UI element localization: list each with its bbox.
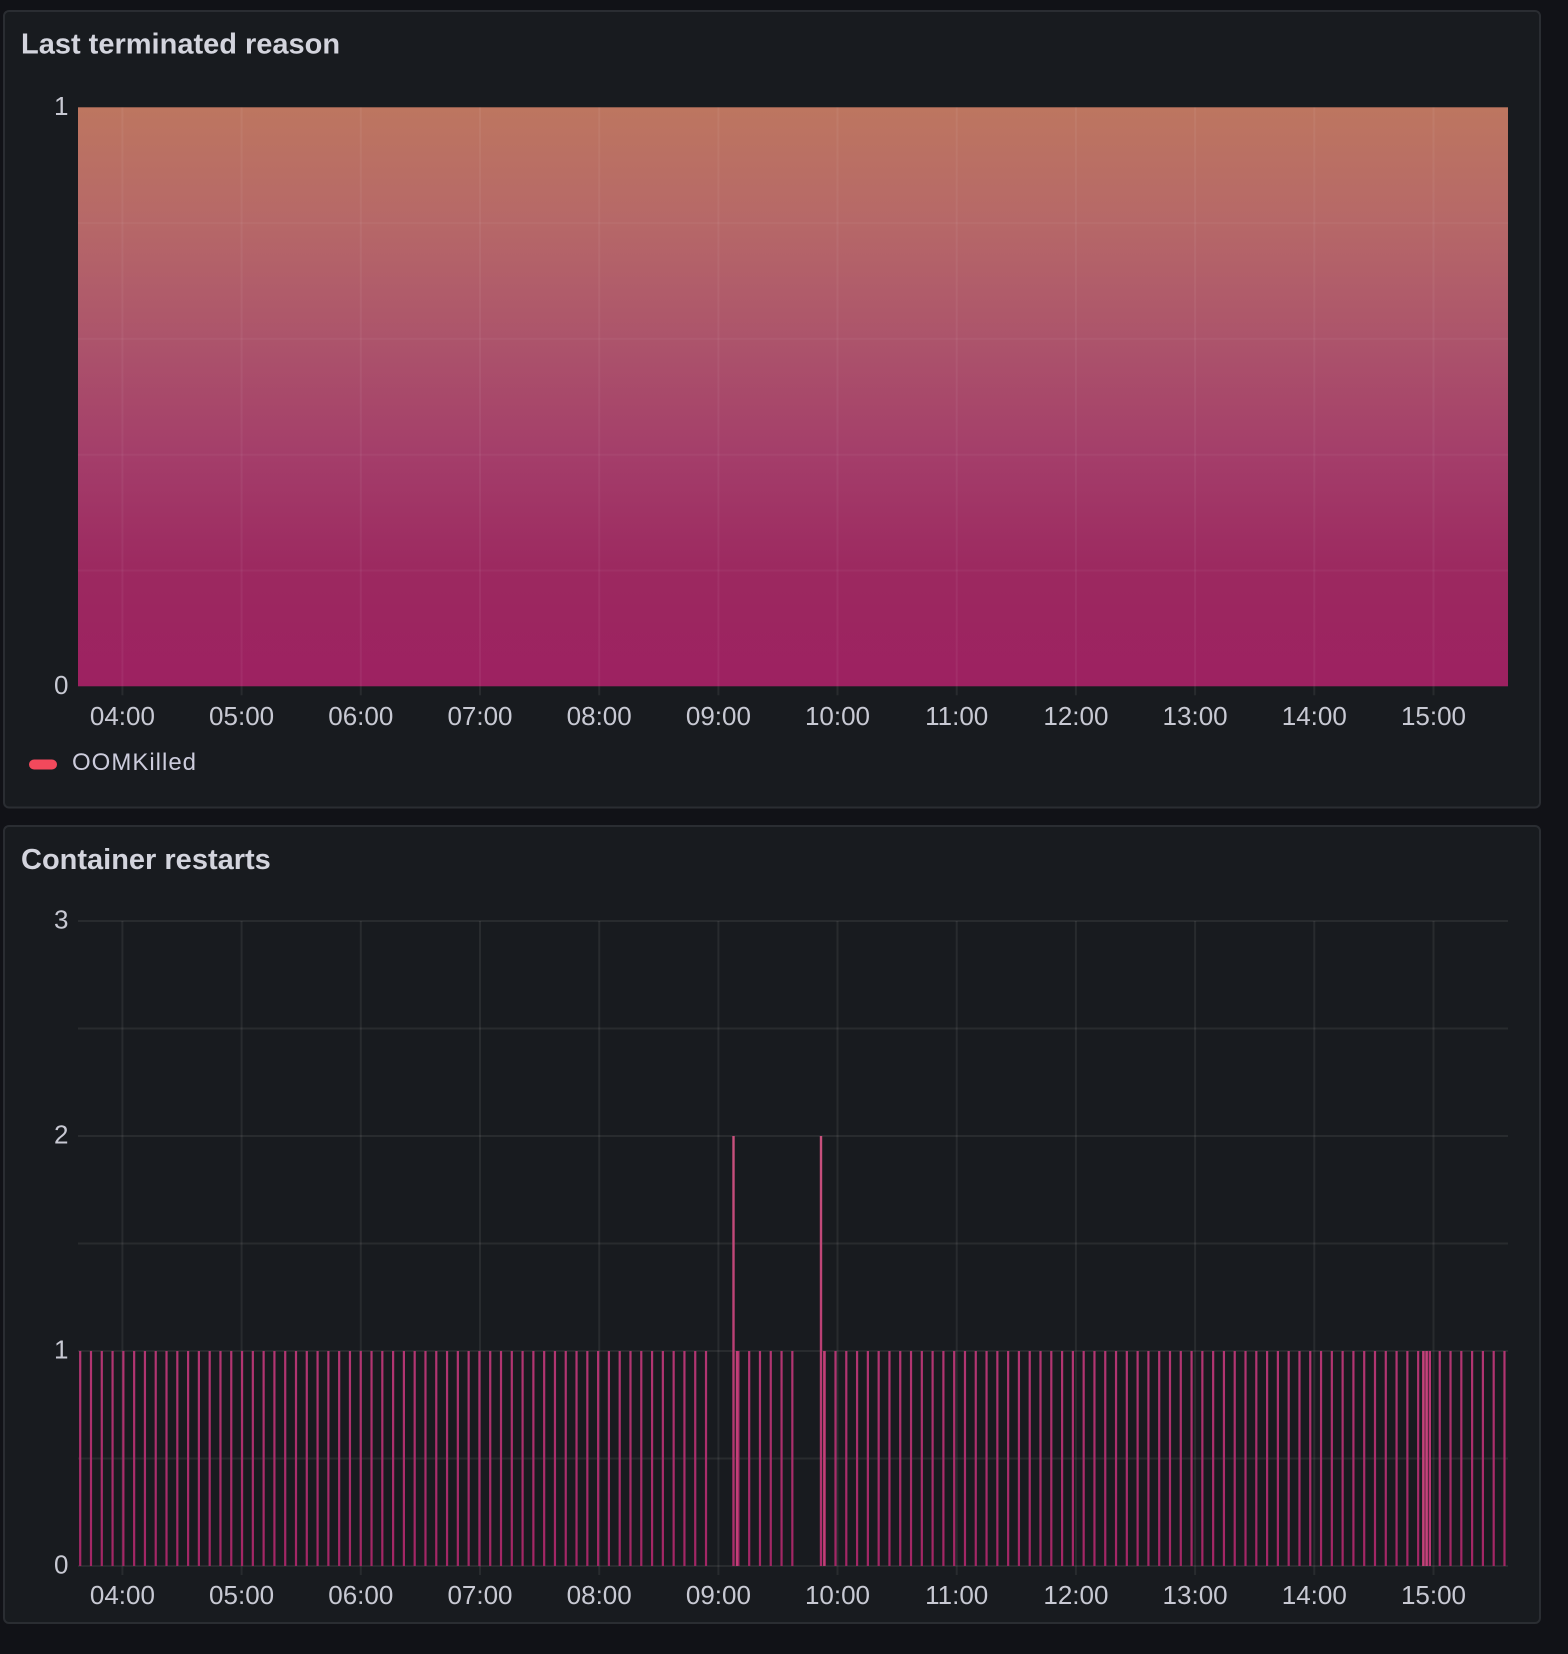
svg-text:12:00: 12:00: [1043, 1580, 1108, 1610]
svg-text:13:00: 13:00: [1163, 1580, 1228, 1610]
svg-text:2: 2: [54, 1120, 68, 1150]
svg-text:05:00: 05:00: [209, 1580, 274, 1610]
svg-text:09:00: 09:00: [686, 1580, 751, 1610]
svg-text:06:00: 06:00: [328, 1580, 393, 1610]
svg-text:Container restarts: Container restarts: [21, 844, 271, 876]
svg-text:1: 1: [54, 1335, 68, 1365]
svg-text:OOMKilled: OOMKilled: [72, 749, 197, 776]
svg-text:07:00: 07:00: [447, 701, 512, 731]
svg-text:1: 1: [54, 91, 68, 121]
svg-text:11:00: 11:00: [925, 1580, 988, 1610]
svg-text:12:00: 12:00: [1043, 701, 1108, 731]
svg-text:Last terminated reason: Last terminated reason: [21, 29, 340, 61]
svg-text:13:00: 13:00: [1163, 701, 1228, 731]
svg-text:09:00: 09:00: [686, 701, 751, 731]
svg-text:14:00: 14:00: [1282, 701, 1347, 731]
svg-text:06:00: 06:00: [328, 701, 393, 731]
svg-text:10:00: 10:00: [805, 701, 870, 731]
svg-text:15:00: 15:00: [1401, 701, 1466, 731]
svg-text:0: 0: [54, 670, 68, 700]
svg-text:11:00: 11:00: [925, 701, 988, 731]
svg-text:0: 0: [54, 1550, 68, 1580]
svg-text:08:00: 08:00: [567, 1580, 632, 1610]
svg-text:14:00: 14:00: [1282, 1580, 1347, 1610]
svg-text:15:00: 15:00: [1401, 1580, 1466, 1610]
svg-text:3: 3: [54, 905, 68, 935]
svg-text:05:00: 05:00: [209, 701, 274, 731]
svg-text:04:00: 04:00: [90, 701, 155, 731]
svg-text:07:00: 07:00: [447, 1580, 512, 1610]
svg-text:08:00: 08:00: [567, 701, 632, 731]
svg-text:10:00: 10:00: [805, 1580, 870, 1610]
svg-text:04:00: 04:00: [90, 1580, 155, 1610]
